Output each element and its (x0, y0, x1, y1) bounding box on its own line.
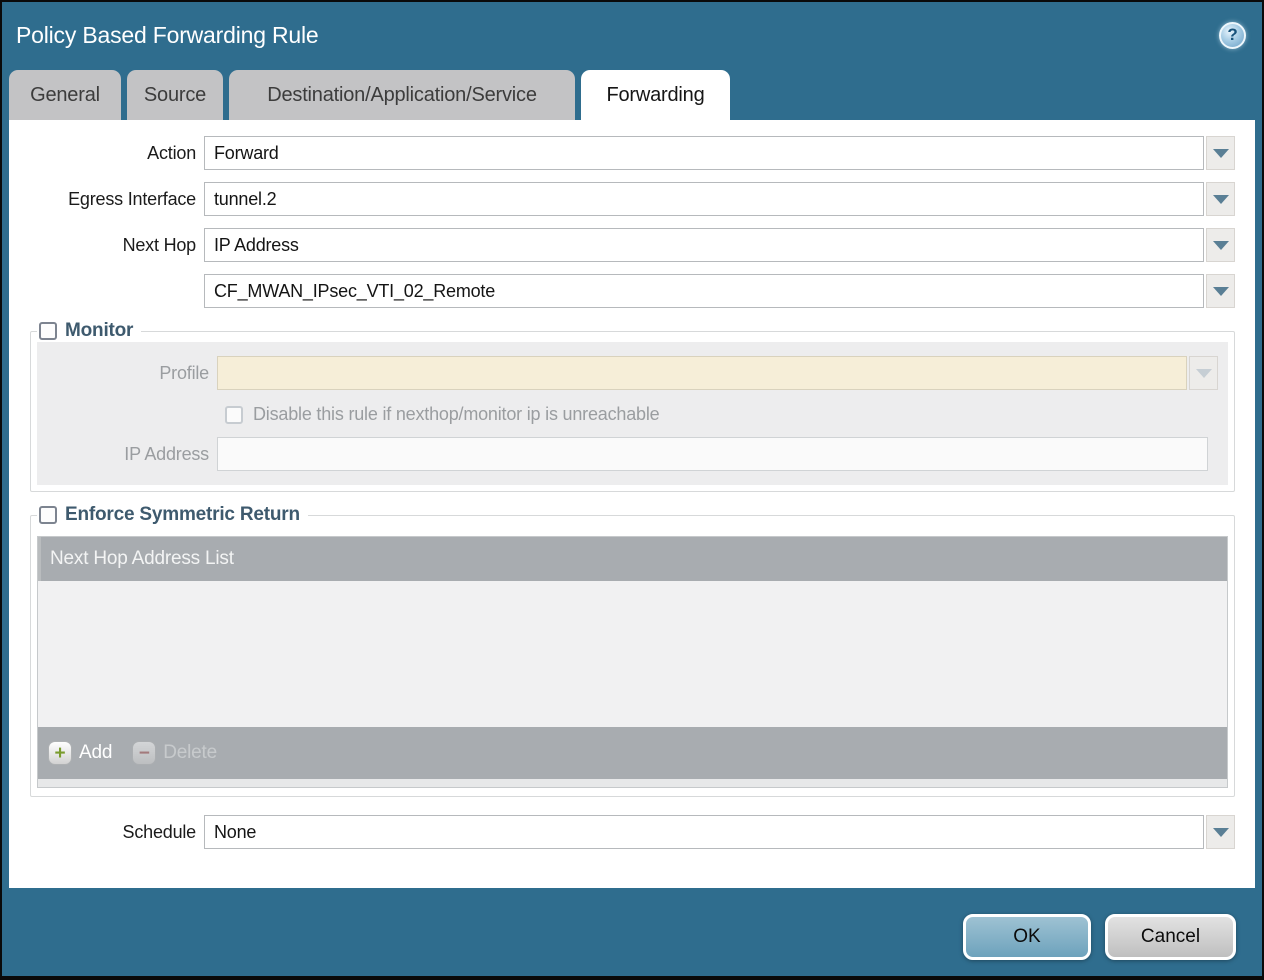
disable-rule-checkbox (225, 406, 243, 424)
table-bottom-strip (38, 779, 1227, 787)
egress-interface-fieldwrap (204, 182, 1235, 216)
schedule-select[interactable] (204, 815, 1204, 849)
delete-button-label: Delete (163, 742, 217, 764)
enforce-symmetric-return-checkbox[interactable] (39, 506, 57, 524)
action-dropdown-button[interactable] (1206, 136, 1235, 170)
next-hop-address-fieldwrap (204, 274, 1235, 308)
chevron-down-icon (1213, 241, 1229, 250)
monitor-panel: Profile Disable this rule if nexthop/mon… (37, 342, 1228, 485)
chevron-down-icon (1213, 828, 1229, 837)
next-hop-address-table: Next Hop Address List + Add − Delete (37, 536, 1228, 788)
schedule-row: Schedule (24, 815, 1235, 849)
tab-bar: General Source Destination/Application/S… (2, 68, 1262, 120)
next-hop-type-select[interactable] (204, 228, 1204, 262)
dialog-titlebar: Policy Based Forwarding Rule ? (2, 2, 1262, 68)
profile-fieldwrap (217, 356, 1218, 390)
egress-interface-row: Egress Interface (24, 182, 1235, 216)
help-icon[interactable]: ? (1219, 22, 1246, 49)
next-hop-dropdown-button[interactable] (1206, 228, 1235, 262)
delete-minus-icon: − (132, 741, 156, 765)
monitor-group: Monitor Profile Disable this rule if nex… (30, 320, 1235, 492)
pbf-rule-dialog: Policy Based Forwarding Rule ? General S… (0, 0, 1264, 980)
add-button-label: Add (79, 742, 112, 764)
monitor-ip-fieldwrap (217, 437, 1218, 471)
dialog-footer: OK Cancel (2, 888, 1262, 976)
schedule-dropdown-button[interactable] (1206, 815, 1235, 849)
monitor-checkbox[interactable] (39, 322, 57, 340)
forwarding-tab-panel: Action Egress Interface Next Hop (9, 120, 1255, 888)
ok-button[interactable]: OK (963, 914, 1091, 960)
profile-dropdown-button (1189, 356, 1218, 390)
disable-rule-label: Disable this rule if nexthop/monitor ip … (253, 404, 659, 425)
dialog-title: Policy Based Forwarding Rule (16, 22, 319, 49)
profile-label: Profile (47, 363, 217, 384)
next-hop-table-header: Next Hop Address List (38, 537, 1227, 581)
next-hop-row: Next Hop (24, 228, 1235, 262)
next-hop-fieldwrap (204, 228, 1235, 262)
next-hop-table-toolbar: + Add − Delete (38, 727, 1227, 779)
next-hop-address-dropdown-button[interactable] (1206, 274, 1235, 308)
schedule-label: Schedule (24, 822, 204, 843)
chevron-down-icon (1196, 369, 1212, 378)
enforce-symmetric-return-group: Enforce Symmetric Return Next Hop Addres… (30, 504, 1235, 797)
next-hop-label: Next Hop (24, 235, 204, 256)
action-label: Action (24, 143, 204, 164)
monitor-ip-row: IP Address (47, 437, 1218, 471)
next-hop-table-body (38, 581, 1227, 727)
monitor-ip-label: IP Address (47, 444, 217, 465)
next-hop-address-select[interactable] (204, 274, 1204, 308)
tab-destination-application-service[interactable]: Destination/Application/Service (229, 70, 575, 120)
tab-general[interactable]: General (9, 70, 121, 120)
egress-interface-select[interactable] (204, 182, 1204, 216)
add-button[interactable]: + Add (48, 741, 112, 765)
delete-button: − Delete (132, 741, 217, 765)
enforce-legend: Enforce Symmetric Return (37, 504, 308, 526)
egress-interface-label: Egress Interface (24, 189, 204, 210)
profile-select (217, 356, 1187, 390)
help-icon-glyph: ? (1227, 25, 1237, 45)
monitor-legend-label: Monitor (65, 320, 133, 342)
disable-rule-row: Disable this rule if nexthop/monitor ip … (47, 404, 1218, 425)
egress-interface-dropdown-button[interactable] (1206, 182, 1235, 216)
cancel-button[interactable]: Cancel (1105, 914, 1236, 960)
action-fieldwrap (204, 136, 1235, 170)
next-hop-table-header-label: Next Hop Address List (50, 548, 234, 570)
schedule-fieldwrap (204, 815, 1235, 849)
tab-source[interactable]: Source (127, 70, 223, 120)
add-plus-icon: + (48, 741, 72, 765)
chevron-down-icon (1213, 287, 1229, 296)
next-hop-address-row (24, 274, 1235, 308)
enforce-legend-label: Enforce Symmetric Return (65, 504, 300, 526)
chevron-down-icon (1213, 149, 1229, 158)
action-row: Action (24, 136, 1235, 170)
monitor-ip-input (217, 437, 1208, 471)
tab-forwarding[interactable]: Forwarding (581, 70, 730, 120)
profile-row: Profile (47, 356, 1218, 390)
chevron-down-icon (1213, 195, 1229, 204)
action-select[interactable] (204, 136, 1204, 170)
monitor-legend: Monitor (37, 320, 141, 342)
